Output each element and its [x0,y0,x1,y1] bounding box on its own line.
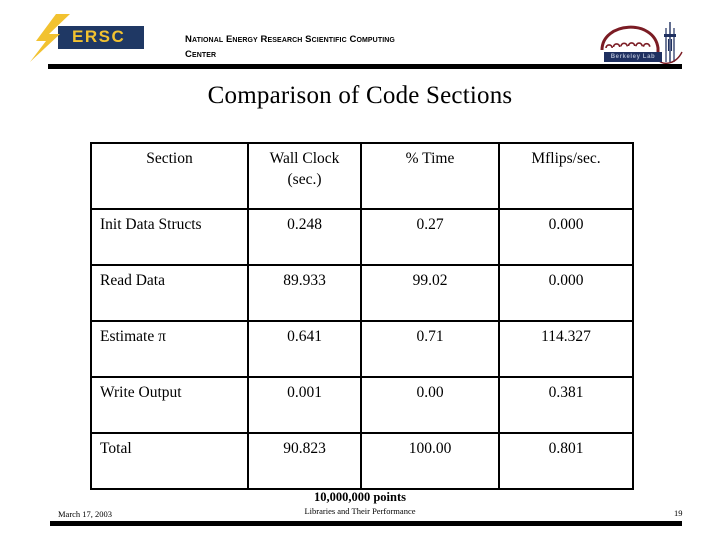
column-header-pct-time-line1: % Time [405,150,455,167]
berkeley-lab-logo: Berkeley Lab [596,8,688,66]
column-header-mflips: Mflips/sec. [498,142,634,210]
column-header-pct-time: % Time [360,142,500,210]
cell-wall-clock: 90.823 [247,432,362,490]
cell-mflips: 0.381 [498,376,634,434]
performance-table-container: Section Wall Clock (sec.) % Time Mflips/… [90,142,634,490]
cell-section: Total [90,432,249,490]
header-divider-rule [48,64,682,69]
column-header-section-line1: Section [146,150,193,167]
cell-mflips: 0.000 [498,264,634,322]
cell-wall-clock: 0.001 [247,376,362,434]
cell-section: Write Output [90,376,249,434]
cell-wall-clock: 0.641 [247,320,362,378]
cell-mflips: 0.801 [498,432,634,490]
table-row: Read Data 89.933 99.02 0.000 [90,264,634,322]
table-row: Write Output 0.001 0.00 0.381 [90,376,634,434]
footer-divider-rule [50,521,682,526]
cell-section: Init Data Structs [90,208,249,266]
performance-table: Section Wall Clock (sec.) % Time Mflips/… [90,142,634,490]
footer-page-number: 19 [674,508,683,518]
organization-name-line2: Center [185,49,217,60]
lightning-bolt-icon [30,14,70,62]
cell-mflips: 0.000 [498,208,634,266]
table-row: Estimate π 0.641 0.71 114.327 [90,320,634,378]
column-header-wall-clock: Wall Clock (sec.) [247,142,362,210]
cell-wall-clock: 0.248 [247,208,362,266]
cell-wall-clock: 89.933 [247,264,362,322]
organization-name-line1: National Energy Research Scientific Comp… [185,34,395,45]
column-header-wall-clock-line2: (sec.) [287,171,322,188]
nersc-logo: ERSC [26,14,144,62]
cell-pct-time: 0.00 [360,376,500,434]
column-header-wall-clock-line1: Wall Clock [269,150,340,167]
table-row: Total 90.823 100.00 0.801 [90,432,634,490]
cell-pct-time: 0.71 [360,320,500,378]
page-title: Comparison of Code Sections [207,82,513,109]
slide-header: ERSC National Energy Research Scientific… [0,0,720,75]
column-header-mflips-line1: Mflips/sec. [531,150,601,167]
cell-pct-time: 0.27 [360,208,500,266]
cell-pct-time: 99.02 [360,264,500,322]
cell-section: Estimate π [90,320,249,378]
berkeley-lab-banner-text: Berkeley Lab [610,54,656,60]
cell-mflips: 114.327 [498,320,634,378]
points-annotation: 10,000,000 points [313,490,407,504]
footer-date: March 17, 2003 [58,509,113,519]
cell-section: Read Data [90,264,249,322]
column-header-section: Section [90,142,249,210]
cell-pct-time: 100.00 [360,432,500,490]
table-header-row: Section Wall Clock (sec.) % Time Mflips/… [90,142,634,210]
table-row: Init Data Structs 0.248 0.27 0.000 [90,208,634,266]
organization-name: National Energy Research Scientific Comp… [185,32,505,62]
